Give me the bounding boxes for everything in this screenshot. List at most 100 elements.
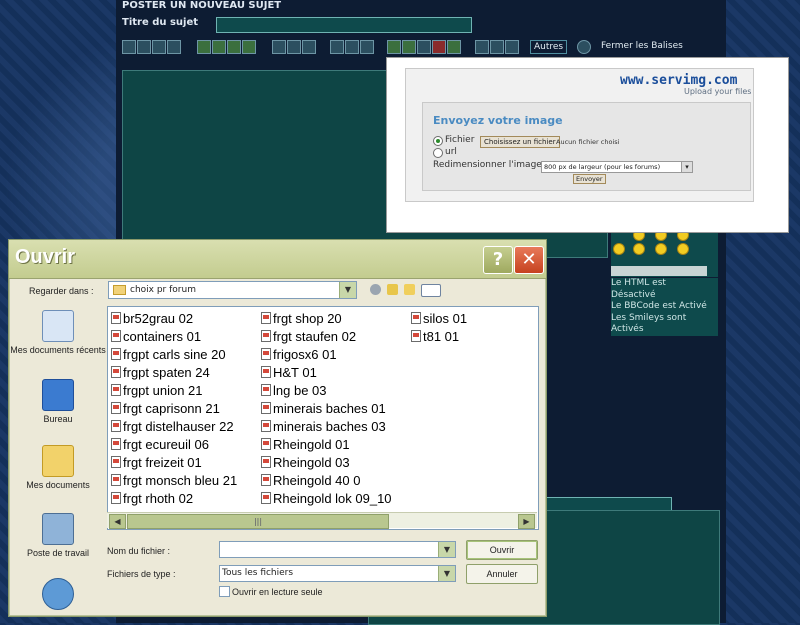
align-center-icon[interactable] <box>212 40 226 54</box>
up-folder-icon[interactable] <box>387 284 398 295</box>
radio-file[interactable] <box>433 136 443 146</box>
dialog-titlebar[interactable]: Ouvrir ? ✕ <box>9 240 546 279</box>
readonly-checkbox[interactable] <box>219 586 230 597</box>
view-menu-icon[interactable] <box>421 284 441 297</box>
close-button[interactable]: ✕ <box>514 246 544 274</box>
align-right-icon[interactable] <box>227 40 241 54</box>
file-list-scrollbar[interactable]: ◀ ||| ▶ <box>107 512 537 529</box>
code-icon[interactable] <box>345 40 359 54</box>
file-item[interactable]: frgt rhoth 02 <box>111 490 237 508</box>
image-file-icon <box>261 420 271 432</box>
filetype-select[interactable]: Tous les fichiers ▼ <box>219 565 456 582</box>
strike-icon[interactable] <box>167 40 181 54</box>
document-icon[interactable] <box>447 40 461 54</box>
smiley-icon[interactable] <box>633 243 645 255</box>
quote-icon[interactable] <box>330 40 344 54</box>
list-icon[interactable] <box>272 40 286 54</box>
file-name: frgpt spaten 24 <box>123 365 210 380</box>
file-item[interactable]: Rheingold 03 <box>261 454 392 472</box>
file-item[interactable]: frgt shop 20 <box>261 310 392 328</box>
align-left-icon[interactable] <box>197 40 211 54</box>
info-line: Désactivé <box>611 289 656 300</box>
resize-select[interactable]: 800 px de largeur (pour les forums) ▾ <box>541 161 693 173</box>
flash-icon[interactable] <box>432 40 446 54</box>
close-tags-button[interactable]: Fermer les Balises <box>598 40 686 52</box>
filename-input[interactable]: ▼ <box>219 541 456 558</box>
file-name: Rheingold 01 <box>273 437 350 452</box>
servimg-popup: www.servimg.com Upload your files Envoye… <box>386 57 789 233</box>
file-item[interactable]: silos 01 <box>411 310 467 328</box>
list-numbered-icon[interactable] <box>287 40 301 54</box>
upload-image-icon[interactable] <box>402 40 416 54</box>
file-item[interactable]: frgt distelhauser 22 <box>111 418 237 436</box>
file-item[interactable]: frigosx6 01 <box>261 346 392 364</box>
file-item[interactable]: Rheingold lok 09_10 <box>261 490 392 508</box>
look-in-value: choix pr forum <box>130 285 196 295</box>
bold-icon[interactable] <box>122 40 136 54</box>
file-item[interactable]: t81 01 <box>411 328 467 346</box>
upload-form: Envoyez votre image Fichier Choisissez u… <box>422 102 751 191</box>
file-name: t81 01 <box>423 329 460 344</box>
back-icon[interactable] <box>370 284 381 295</box>
scroll-thumb[interactable]: ||| <box>127 514 389 529</box>
italic-icon[interactable] <box>137 40 151 54</box>
send-button[interactable]: Envoyer <box>573 174 606 184</box>
file-item[interactable]: frgt staufen 02 <box>261 328 392 346</box>
settings-icon[interactable] <box>577 40 591 54</box>
places-bar: Mes documents récents Bureau Mes documen… <box>9 306 107 610</box>
image-file-icon <box>261 402 271 414</box>
file-item[interactable]: frgpt spaten 24 <box>111 364 237 382</box>
new-folder-icon[interactable] <box>404 284 415 295</box>
image-icon[interactable] <box>387 40 401 54</box>
file-item[interactable]: frgt caprisonn 21 <box>111 400 237 418</box>
file-item[interactable]: H&T 01 <box>261 364 392 382</box>
chevron-down-icon[interactable]: ▼ <box>438 542 455 557</box>
email-icon[interactable] <box>490 40 504 54</box>
file-name: Rheingold lok 09_10 <box>273 491 392 506</box>
file-item[interactable]: lng be 03 <box>261 382 392 400</box>
hr-icon[interactable] <box>302 40 316 54</box>
desktop-icon <box>42 379 74 411</box>
bbcode-toolbar: Autres Fermer les Balises <box>122 40 692 54</box>
file-item[interactable]: Rheingold 01 <box>261 436 392 454</box>
file-item[interactable]: minerais baches 03 <box>261 418 392 436</box>
file-item[interactable]: Rheingold 40 0 <box>261 472 392 490</box>
choose-file-button[interactable]: Choisissez un fichier <box>480 136 560 148</box>
place-network[interactable] <box>9 578 107 613</box>
smiley-icon[interactable] <box>613 243 625 255</box>
underline-icon[interactable] <box>152 40 166 54</box>
align-justify-icon[interactable] <box>242 40 256 54</box>
file-item[interactable]: frgt freizeit 01 <box>111 454 237 472</box>
place-computer[interactable]: Poste de travail <box>9 513 107 558</box>
open-button[interactable]: Ouvrir <box>466 540 538 560</box>
smiley-scrollbar[interactable] <box>611 266 707 276</box>
resize-label: Redimensionner l'image <box>433 160 542 170</box>
cancel-button[interactable]: Annuler <box>466 564 538 584</box>
table-icon[interactable] <box>360 40 374 54</box>
file-item[interactable]: frgpt carls sine 20 <box>111 346 237 364</box>
file-item[interactable]: frgt ecureuil 06 <box>111 436 237 454</box>
subject-input[interactable] <box>216 17 472 33</box>
scroll-left-icon[interactable]: ◀ <box>109 514 126 529</box>
file-item[interactable]: frgpt union 21 <box>111 382 237 400</box>
place-documents[interactable]: Mes documents <box>9 445 107 490</box>
place-recent[interactable]: Mes documents récents <box>9 310 107 355</box>
link-icon[interactable] <box>475 40 489 54</box>
file-name: Rheingold 40 0 <box>273 473 361 488</box>
file-item[interactable]: br52grau 02 <box>111 310 237 328</box>
autres-button[interactable]: Autres <box>530 40 568 54</box>
file-item[interactable]: containers 01 <box>111 328 237 346</box>
scroll-right-icon[interactable]: ▶ <box>518 514 535 529</box>
image-file-icon <box>261 492 271 504</box>
hide-icon[interactable] <box>505 40 519 54</box>
radio-url[interactable] <box>433 148 443 158</box>
look-in-select[interactable]: choix pr forum ▼ <box>108 281 357 299</box>
file-item[interactable]: minerais baches 01 <box>261 400 392 418</box>
smiley-icon[interactable] <box>677 243 689 255</box>
place-desktop[interactable]: Bureau <box>9 379 107 424</box>
help-button[interactable]: ? <box>483 246 513 274</box>
file-item[interactable]: frgt monsch bleu 21 <box>111 472 237 490</box>
file-column: frgt shop 20 frgt staufen 02 frigosx6 01 H&… <box>261 310 392 508</box>
smiley-icon[interactable] <box>655 243 667 255</box>
video-icon[interactable] <box>417 40 431 54</box>
